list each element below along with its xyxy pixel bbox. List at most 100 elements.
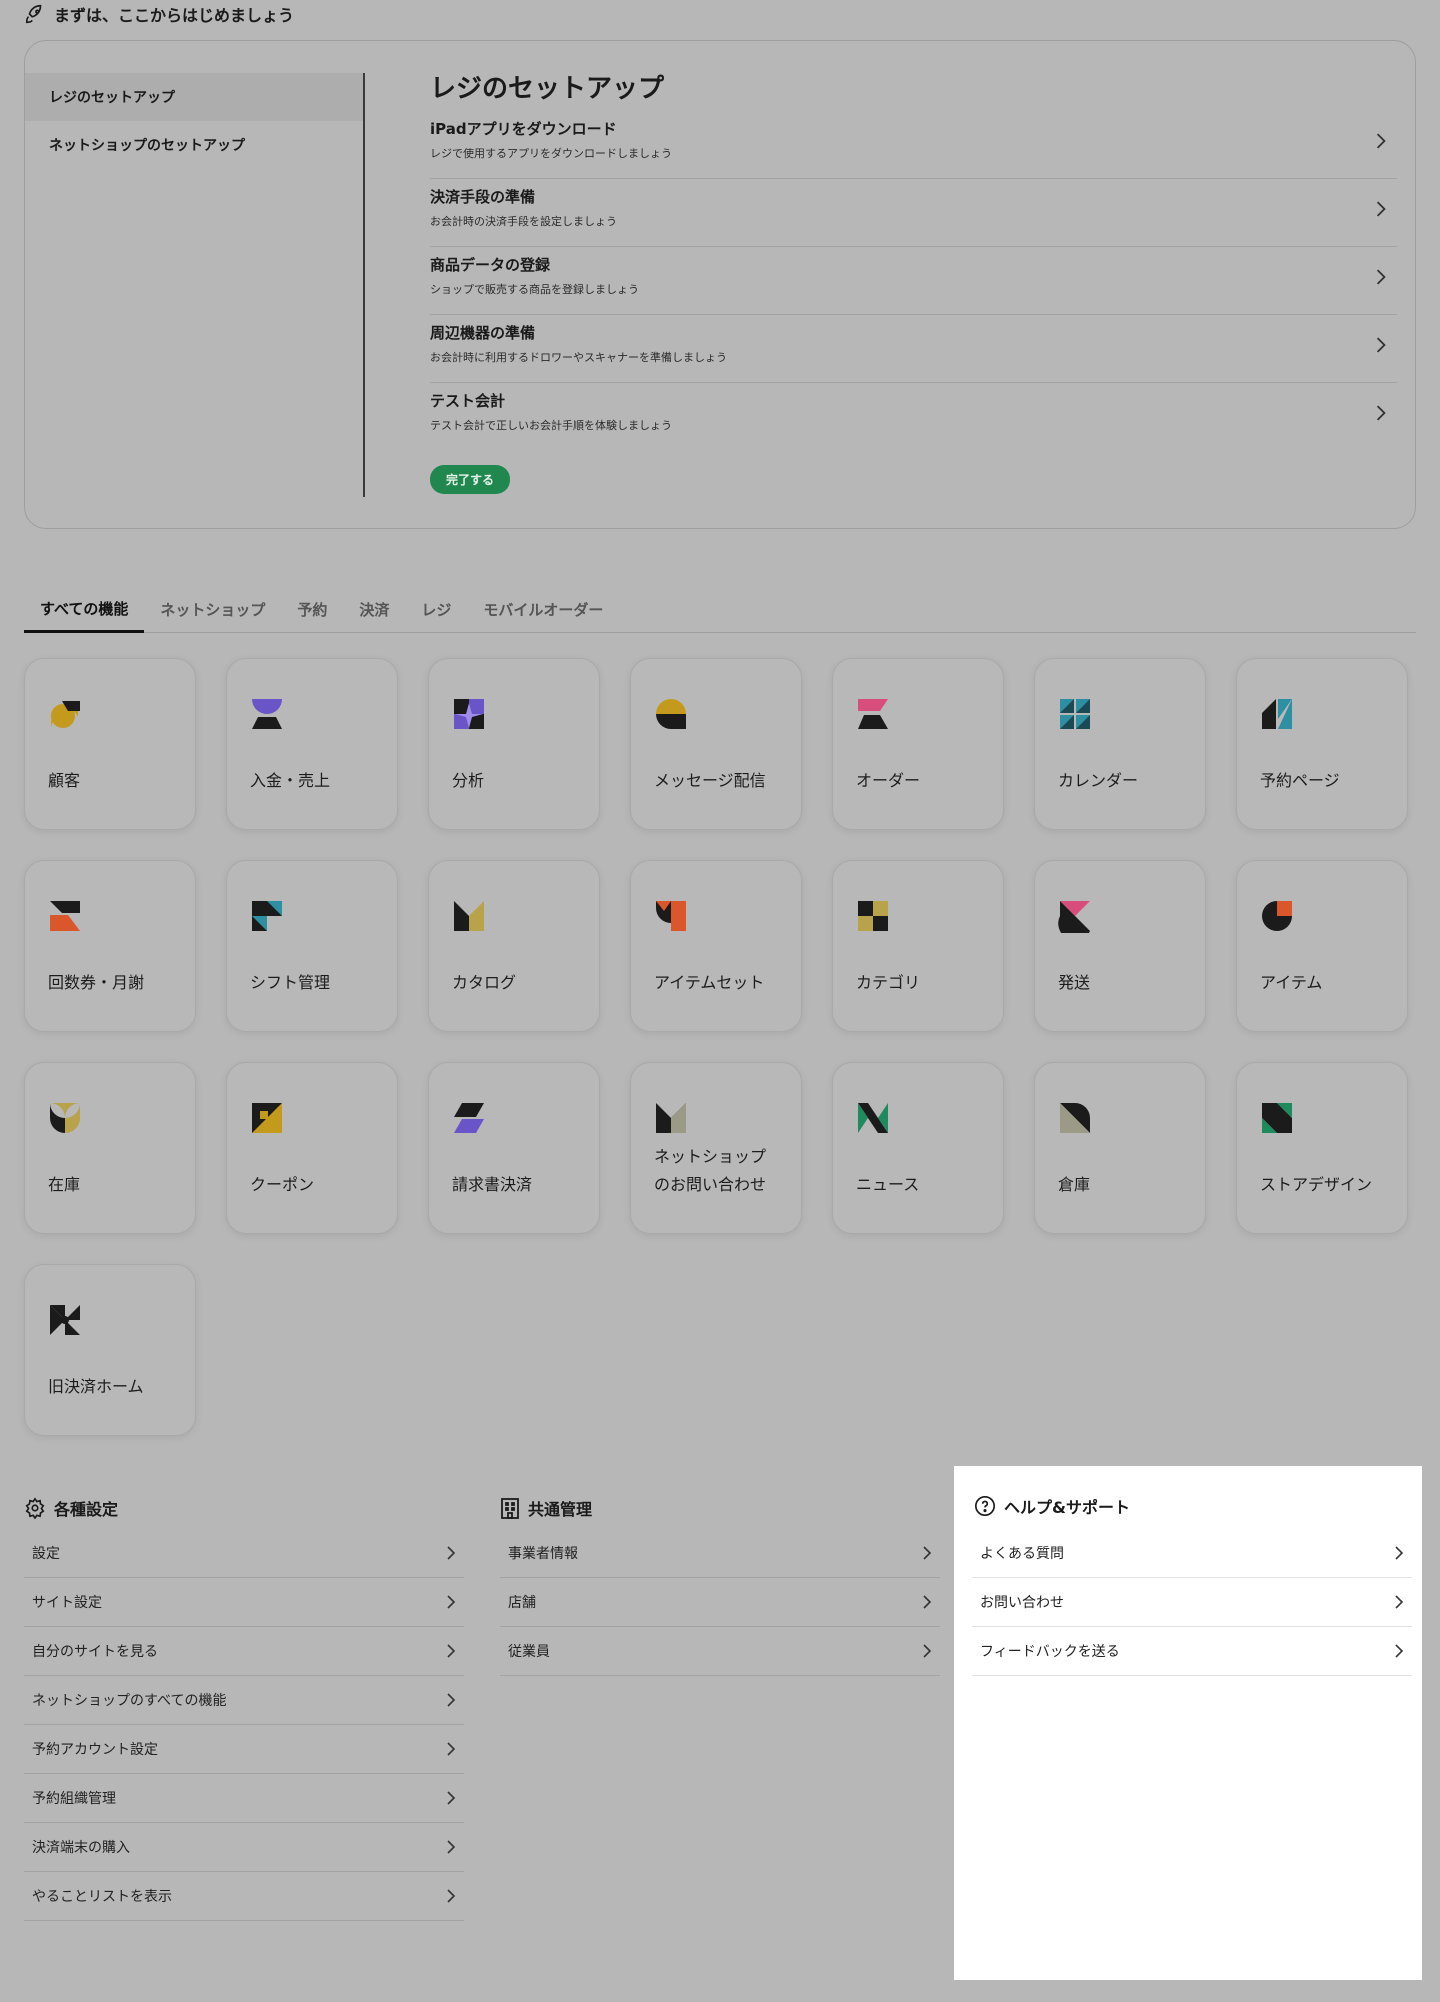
chevron-right-icon bbox=[923, 1644, 932, 1658]
order-icon bbox=[858, 699, 888, 729]
feature-tile[interactable]: 分析 bbox=[428, 658, 600, 830]
setup-step-title: iPadアプリをダウンロード bbox=[430, 120, 617, 138]
chevron-right-icon bbox=[1376, 133, 1386, 149]
setup-step-title: 決済手段の準備 bbox=[430, 188, 536, 206]
setup-card: レジのセットアップ ネットショップのセットアップ レジのセットアップ iPadア… bbox=[24, 40, 1416, 529]
feature-tile-label: シフト管理 bbox=[250, 973, 331, 992]
coupon-icon bbox=[252, 1103, 282, 1133]
setup-main: レジのセットアップ iPadアプリをダウンロード レジで使用するアプリをダウンロー… bbox=[430, 73, 1397, 494]
settings-link[interactable]: 自分のサイトを見る bbox=[24, 1627, 464, 1676]
settings-link[interactable]: ネットショップのすべての機能 bbox=[24, 1676, 464, 1725]
settings-link-label: 設定 bbox=[32, 1546, 60, 1562]
complete-button[interactable]: 完了する bbox=[430, 465, 511, 494]
setup-sidebar: レジのセットアップ ネットショップのセットアップ bbox=[25, 73, 365, 497]
settings-link[interactable]: 予約組織管理 bbox=[24, 1774, 464, 1823]
chevron-right-icon bbox=[1395, 1644, 1404, 1658]
help-link-label: よくある質問 bbox=[980, 1546, 1064, 1562]
settings-link[interactable]: 決済端末の購入 bbox=[24, 1823, 464, 1872]
setup-step-description: ショップで販売する商品を登録しましょう bbox=[430, 283, 639, 296]
shared-link[interactable]: 従業員 bbox=[500, 1627, 940, 1676]
chevron-right-icon bbox=[1395, 1595, 1404, 1609]
gear-icon bbox=[25, 1497, 45, 1519]
sidebar-item-register-setup[interactable]: レジのセットアップ bbox=[25, 73, 363, 121]
shift-icon bbox=[252, 901, 282, 931]
help-link[interactable]: フィードバックを送る bbox=[972, 1627, 1412, 1676]
feature-tile-label: 在庫 bbox=[48, 1175, 81, 1194]
getting-started-header: まずは、ここからはじめましょう bbox=[24, 2, 294, 26]
feature-tile-label: 発送 bbox=[1058, 973, 1091, 992]
setup-step[interactable]: 商品データの登録 ショップで販売する商品を登録しましょう bbox=[430, 247, 1397, 315]
feature-tile-label: カテゴリ bbox=[856, 973, 921, 992]
tab-mobile-order[interactable]: モバイルオーダー bbox=[467, 586, 619, 632]
feature-tile[interactable]: ネットショップ のお問い合わせ bbox=[630, 1062, 802, 1234]
tab-all-features[interactable]: すべての機能 bbox=[24, 586, 145, 633]
chevron-right-icon bbox=[1376, 337, 1386, 353]
setup-step[interactable]: 周辺機器の準備 お会計時に利用するドロワーやスキャナーを準備しましょう bbox=[430, 315, 1397, 383]
settings-link[interactable]: 予約アカウント設定 bbox=[24, 1725, 464, 1774]
shared-title: 共通管理 bbox=[528, 1500, 593, 1519]
shared-link-label: 店舗 bbox=[508, 1595, 536, 1611]
feature-tile[interactable]: カレンダー bbox=[1034, 658, 1206, 830]
deposit-sales-icon bbox=[252, 699, 282, 729]
feature-tile[interactable]: アイテム bbox=[1236, 860, 1408, 1032]
feature-tile[interactable]: メッセージ配信 bbox=[630, 658, 802, 830]
feature-tile[interactable]: 発送 bbox=[1034, 860, 1206, 1032]
feature-tile[interactable]: 旧決済ホーム bbox=[24, 1264, 196, 1436]
feature-tile-label: 予約ページ bbox=[1260, 771, 1340, 790]
feature-tabs: すべての機能 ネットショップ 予約 決済 レジ モバイルオーダー bbox=[24, 586, 1416, 633]
feature-tile[interactable]: 回数券・月謝 bbox=[24, 860, 196, 1032]
help-link[interactable]: よくある質問 bbox=[972, 1529, 1412, 1578]
tab-netshop[interactable]: ネットショップ bbox=[144, 586, 281, 632]
tab-payment[interactable]: 決済 bbox=[343, 586, 405, 632]
settings-title: 各種設定 bbox=[54, 1500, 119, 1519]
store-design-icon bbox=[1262, 1103, 1292, 1133]
chevron-right-icon bbox=[447, 1546, 456, 1560]
settings-link[interactable]: やることリストを表示 bbox=[24, 1872, 464, 1921]
feature-tile[interactable]: ニュース bbox=[832, 1062, 1004, 1234]
help-link-label: フィードバックを送る bbox=[980, 1644, 1120, 1660]
help-circle-icon bbox=[975, 1496, 995, 1516]
chevron-right-icon bbox=[923, 1595, 932, 1609]
settings-link-label: 自分のサイトを見る bbox=[32, 1644, 158, 1660]
setup-step[interactable]: iPadアプリをダウンロード レジで使用するアプリをダウンロードしましょう bbox=[430, 111, 1397, 179]
help-list: よくある質問お問い合わせフィードバックを送る bbox=[972, 1529, 1412, 1676]
shared-link[interactable]: 店舗 bbox=[500, 1578, 940, 1627]
feature-tile[interactable]: 請求書決済 bbox=[428, 1062, 600, 1234]
feature-tile-label: 倉庫 bbox=[1058, 1175, 1091, 1194]
feature-tile[interactable]: カテゴリ bbox=[832, 860, 1004, 1032]
feature-tile-label: 入金・売上 bbox=[250, 771, 331, 790]
feature-tile[interactable]: シフト管理 bbox=[226, 860, 398, 1032]
feature-tile[interactable]: カタログ bbox=[428, 860, 600, 1032]
tab-reservation[interactable]: 予約 bbox=[281, 586, 343, 632]
item-icon bbox=[1262, 901, 1292, 931]
feature-tile-label: 分析 bbox=[452, 771, 485, 790]
message-icon bbox=[656, 699, 686, 729]
feature-tile[interactable]: オーダー bbox=[832, 658, 1004, 830]
settings-link-label: 予約アカウント設定 bbox=[32, 1742, 158, 1758]
feature-tile[interactable]: 予約ページ bbox=[1236, 658, 1408, 830]
feature-tile[interactable]: ストアデザイン bbox=[1236, 1062, 1408, 1234]
shop-inquiry-icon bbox=[656, 1103, 686, 1133]
setup-step[interactable]: 決済手段の準備 お会計時の決済手段を設定しましょう bbox=[430, 179, 1397, 247]
stock-icon bbox=[50, 1103, 80, 1133]
feature-tile-label: 顧客 bbox=[48, 771, 81, 790]
help-title: ヘルプ&サポート bbox=[1004, 1498, 1130, 1517]
tab-register[interactable]: レジ bbox=[405, 586, 467, 632]
feature-tile[interactable]: クーポン bbox=[226, 1062, 398, 1234]
shared-link-label: 事業者情報 bbox=[508, 1546, 578, 1562]
feature-tile-label: ネットショップ のお問い合わせ bbox=[654, 1147, 767, 1194]
feature-tile[interactable]: アイテムセット bbox=[630, 860, 802, 1032]
settings-link[interactable]: サイト設定 bbox=[24, 1578, 464, 1627]
chevron-right-icon bbox=[923, 1546, 932, 1560]
feature-tile[interactable]: 倉庫 bbox=[1034, 1062, 1206, 1234]
help-link[interactable]: お問い合わせ bbox=[972, 1578, 1412, 1627]
settings-link[interactable]: 設定 bbox=[24, 1529, 464, 1578]
setup-step[interactable]: テスト会計 テスト会計で正しいお会計手順を体験しましょう bbox=[430, 383, 1397, 451]
feature-tile-label: アイテムセット bbox=[654, 973, 765, 992]
shared-link[interactable]: 事業者情報 bbox=[500, 1529, 940, 1578]
feature-tile[interactable]: 顧客 bbox=[24, 658, 196, 830]
sidebar-item-netshop-setup[interactable]: ネットショップのセットアップ bbox=[25, 121, 363, 169]
chevron-right-icon bbox=[1376, 201, 1386, 217]
feature-tile[interactable]: 在庫 bbox=[24, 1062, 196, 1234]
feature-tile[interactable]: 入金・売上 bbox=[226, 658, 398, 830]
